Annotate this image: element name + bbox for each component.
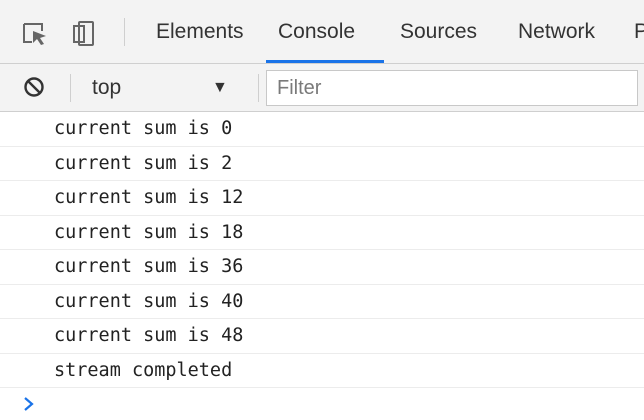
console-toolbar: top ▼ (0, 64, 644, 112)
console-message-row: current sum is 12 (0, 181, 644, 216)
console-message-text: current sum is 40 (54, 290, 244, 312)
tab-network[interactable]: Network (518, 0, 595, 64)
tab-console[interactable]: Console (278, 0, 355, 64)
console-message-row: current sum is 18 (0, 216, 644, 250)
console-message-text: current sum is 48 (54, 325, 244, 346)
console-message-row: current sum is 2 (0, 147, 644, 181)
context-selector[interactable]: top ▼ (82, 64, 250, 112)
console-message-text: current sum is 18 (54, 221, 244, 243)
console-message-text: current sum is 12 (54, 187, 244, 208)
toolbar-divider (258, 74, 259, 102)
console-message-row: stream completed (0, 354, 644, 388)
clear-console-icon[interactable] (22, 75, 46, 99)
inspect-element-icon[interactable] (20, 19, 50, 49)
tab-elements[interactable]: Elements (156, 0, 244, 64)
devtools-tab-bar: Elements Console Sources Network P (0, 0, 644, 64)
console-message-row: current sum is 36 (0, 250, 644, 285)
console-message-text: current sum is 0 (54, 118, 233, 139)
console-message-text: stream completed (54, 359, 233, 381)
toolbar-divider (124, 18, 125, 46)
context-selector-value: top (92, 76, 122, 99)
devtools-window: Elements Console Sources Network P top ▼… (0, 0, 644, 420)
tab-performance-clipped[interactable]: P (634, 0, 644, 64)
console-prompt-icon (22, 394, 36, 414)
console-message-row: current sum is 0 (0, 112, 644, 147)
console-prompt[interactable] (0, 388, 644, 420)
device-toolbar-icon[interactable] (68, 19, 98, 49)
toolbar-divider (70, 74, 71, 102)
console-message-text: current sum is 36 (54, 256, 244, 277)
active-tab-indicator (266, 60, 384, 63)
console-message-text: current sum is 2 (54, 152, 233, 174)
console-message-row: current sum is 40 (0, 285, 644, 319)
filter-input[interactable] (266, 70, 638, 106)
dropdown-arrow-icon: ▼ (212, 79, 228, 96)
console-message-row: current sum is 48 (0, 319, 644, 354)
tab-sources[interactable]: Sources (400, 0, 477, 64)
console-messages: current sum is 0 current sum is 2 curren… (0, 112, 644, 420)
